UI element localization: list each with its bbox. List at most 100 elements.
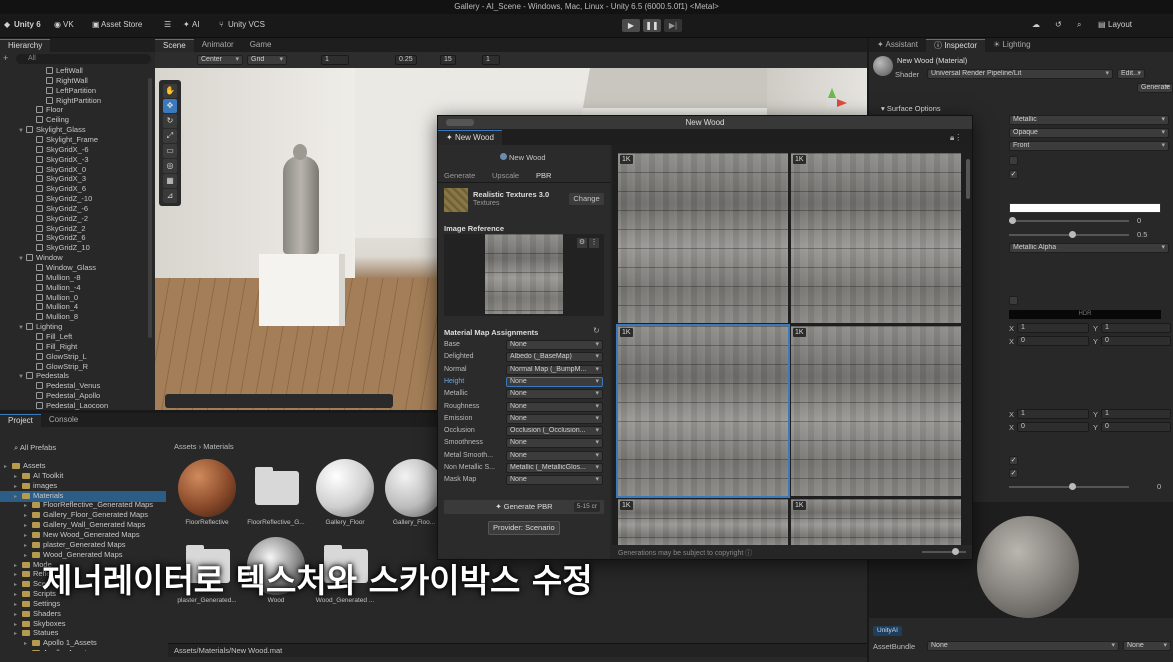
hierarchy-item[interactable]: Mullion_-8 [28, 273, 81, 283]
metallic-slider[interactable] [1009, 217, 1129, 224]
expand-arrow-icon[interactable]: ▼ [18, 255, 24, 265]
result-tile[interactable]: 1K [618, 153, 788, 323]
expand-arrow-icon[interactable]: ▼ [18, 324, 24, 334]
map-assignment-dropdown[interactable]: None [506, 376, 603, 387]
asset-tile[interactable]: FloorReflective_G... [245, 459, 307, 526]
snap-increment-field[interactable]: 0.25 [395, 55, 417, 65]
surface-type-dropdown[interactable]: Opaque [1009, 128, 1169, 138]
custom-tool-icon[interactable]: ▦ [163, 174, 177, 188]
history-icon[interactable]: ↺ [1055, 20, 1062, 29]
hierarchy-item[interactable]: SkyGridX_0 [28, 165, 86, 175]
tiling-y-field[interactable]: 1 [1101, 323, 1171, 333]
map-assignment-dropdown[interactable]: None [506, 340, 603, 350]
scene-overlay-toolbar[interactable] [165, 394, 393, 408]
hierarchy-item[interactable]: Pedestal_Venus [28, 381, 100, 391]
tab-lighting[interactable]: ☀ Lighting [985, 39, 1038, 52]
account-icon[interactable]: ◉ [54, 20, 61, 29]
specular-highlights-checkbox[interactable]: ✓ [1009, 469, 1018, 478]
tab-console[interactable]: Console [41, 414, 86, 427]
emission-color-swatch[interactable]: HDR [1009, 310, 1161, 319]
result-tile[interactable]: 1K [791, 326, 961, 496]
cloud-icon[interactable]: ☁ [1032, 20, 1040, 29]
generate-button[interactable]: Generate [1137, 83, 1173, 93]
expand-arrow-icon[interactable]: ▼ [18, 127, 24, 137]
render-face-dropdown[interactable]: Front [1009, 141, 1169, 151]
hierarchy-item[interactable]: Fill_Right [28, 342, 77, 352]
expand-arrow-icon[interactable]: ▸ [14, 493, 20, 503]
base-color-swatch[interactable] [1009, 203, 1161, 213]
view-tool-icon[interactable]: ✋ [163, 84, 177, 98]
mode-upscale[interactable]: Upscale [492, 171, 519, 180]
transform-tool-icon[interactable]: ◎ [163, 159, 177, 173]
hierarchy-item[interactable]: GlowStrip_R [28, 362, 88, 372]
tab-game[interactable]: Game [242, 39, 280, 52]
tiling2-y-field[interactable]: 1 [1101, 409, 1171, 419]
search-icon[interactable]: ⌕ [1077, 20, 1081, 30]
hierarchy-item[interactable]: GlowStrip_L [28, 352, 87, 362]
hierarchy-item[interactable]: Mullion_8 [28, 312, 78, 322]
offset2-x-field[interactable]: 0 [1017, 422, 1089, 432]
gpu-instancing-checkbox[interactable]: ✓ [1009, 456, 1018, 465]
reference-menu-icon[interactable]: ⋮ [589, 238, 599, 248]
hierarchy-scrollbar[interactable] [148, 78, 152, 338]
result-tile[interactable]: 1K [791, 499, 961, 545]
tiling2-x-field[interactable]: 1 [1017, 409, 1089, 419]
hierarchy-item[interactable]: Skylight_Frame [28, 135, 98, 145]
map-assignment-dropdown[interactable]: Normal Map (_BumpM... [506, 364, 603, 375]
expand-arrow-icon[interactable]: ▸ [14, 630, 20, 640]
tab-assistant[interactable]: ✦ Assistant [869, 39, 926, 52]
hierarchy-item[interactable]: Mullion_-4 [28, 283, 81, 293]
account-dropdown[interactable]: VK [63, 20, 74, 29]
vcs-button[interactable]: Unity VCS [228, 20, 265, 29]
mode-pbr[interactable]: PBR [536, 171, 551, 180]
expand-arrow-icon[interactable]: ▸ [24, 650, 30, 651]
project-folder[interactable]: ▸Apollo_Assets [24, 648, 91, 651]
hierarchy-item[interactable]: LeftPartition [38, 86, 96, 96]
hierarchy-item[interactable]: SkyGridZ_2 [28, 224, 86, 234]
map-assignment-dropdown[interactable]: None [506, 401, 603, 412]
smoothness-source-dropdown[interactable]: Metallic Alpha [1009, 243, 1169, 253]
hierarchy-item[interactable]: RightPartition [38, 96, 101, 106]
window-controls[interactable] [446, 119, 474, 126]
image-reference-box[interactable]: ⚙ ⋮ [444, 234, 604, 316]
asset-bundle-dropdown[interactable]: None [927, 641, 1119, 651]
tab-scene[interactable]: Scene [155, 39, 194, 52]
play-button[interactable]: ▶ [622, 19, 640, 32]
alpha-clip-checkbox[interactable] [1009, 156, 1018, 165]
favorites-all-prefabs[interactable]: ⌕ All Prefabs [14, 443, 56, 453]
asset-label-tag[interactable]: UnityAI [873, 626, 902, 636]
hierarchy-item[interactable]: Mullion_4 [28, 302, 78, 312]
package-manager-icon[interactable]: ☰ [164, 20, 171, 29]
lock-icon[interactable]: 🔒︎⋮ [950, 133, 962, 143]
map-assignment-dropdown[interactable]: Occlusion (_Occlusion... [506, 426, 603, 437]
map-assignment-dropdown[interactable]: None [506, 438, 603, 449]
hierarchy-item[interactable]: Window_Glass [28, 263, 96, 273]
hierarchy-item[interactable]: SkyGridZ_6 [28, 233, 86, 243]
asset-bundle-variant-dropdown[interactable]: None [1123, 641, 1171, 651]
hierarchy-item[interactable]: SkyGridZ_-6 [28, 204, 88, 214]
editor-tool-icon[interactable]: ⊿ [163, 189, 177, 203]
tab-hierarchy[interactable]: Hierarchy [0, 39, 51, 52]
expand-arrow-icon[interactable]: ▸ [4, 463, 10, 473]
map-assignment-dropdown[interactable]: None [506, 389, 603, 400]
change-model-button[interactable]: Change [569, 193, 604, 205]
unity-logo-icon[interactable]: ◆ [4, 20, 10, 29]
result-tile-selected[interactable]: 1K [616, 324, 790, 498]
offset-x-field[interactable]: 0 [1017, 336, 1089, 346]
reference-settings-icon[interactable]: ⚙ [577, 238, 587, 248]
workflow-dropdown[interactable]: Metallic [1009, 115, 1169, 125]
pivot-dropdown[interactable]: Center [197, 55, 243, 65]
rotation-snap-field[interactable]: 15 [440, 55, 456, 65]
map-assignment-dropdown[interactable]: None [506, 475, 603, 486]
sorting-priority-slider[interactable] [1009, 483, 1129, 490]
result-tile[interactable]: 1K [618, 499, 788, 545]
step-button[interactable]: ▶| [664, 19, 682, 32]
scale-tool-icon[interactable]: ⤢ [163, 129, 177, 143]
snap-value-field[interactable]: 1 [321, 55, 349, 65]
hierarchy-item[interactable]: Fill_Left [28, 332, 72, 342]
layout-dropdown[interactable]: Layout [1108, 20, 1132, 29]
hierarchy-item[interactable]: Mullion_0 [28, 293, 78, 303]
map-assignment-dropdown[interactable]: Albedo (_BaseMap) [506, 352, 603, 363]
map-assignment-dropdown[interactable]: Metallic (_MetallicGlos... [506, 463, 603, 473]
offset2-y-field[interactable]: 0 [1101, 422, 1171, 432]
